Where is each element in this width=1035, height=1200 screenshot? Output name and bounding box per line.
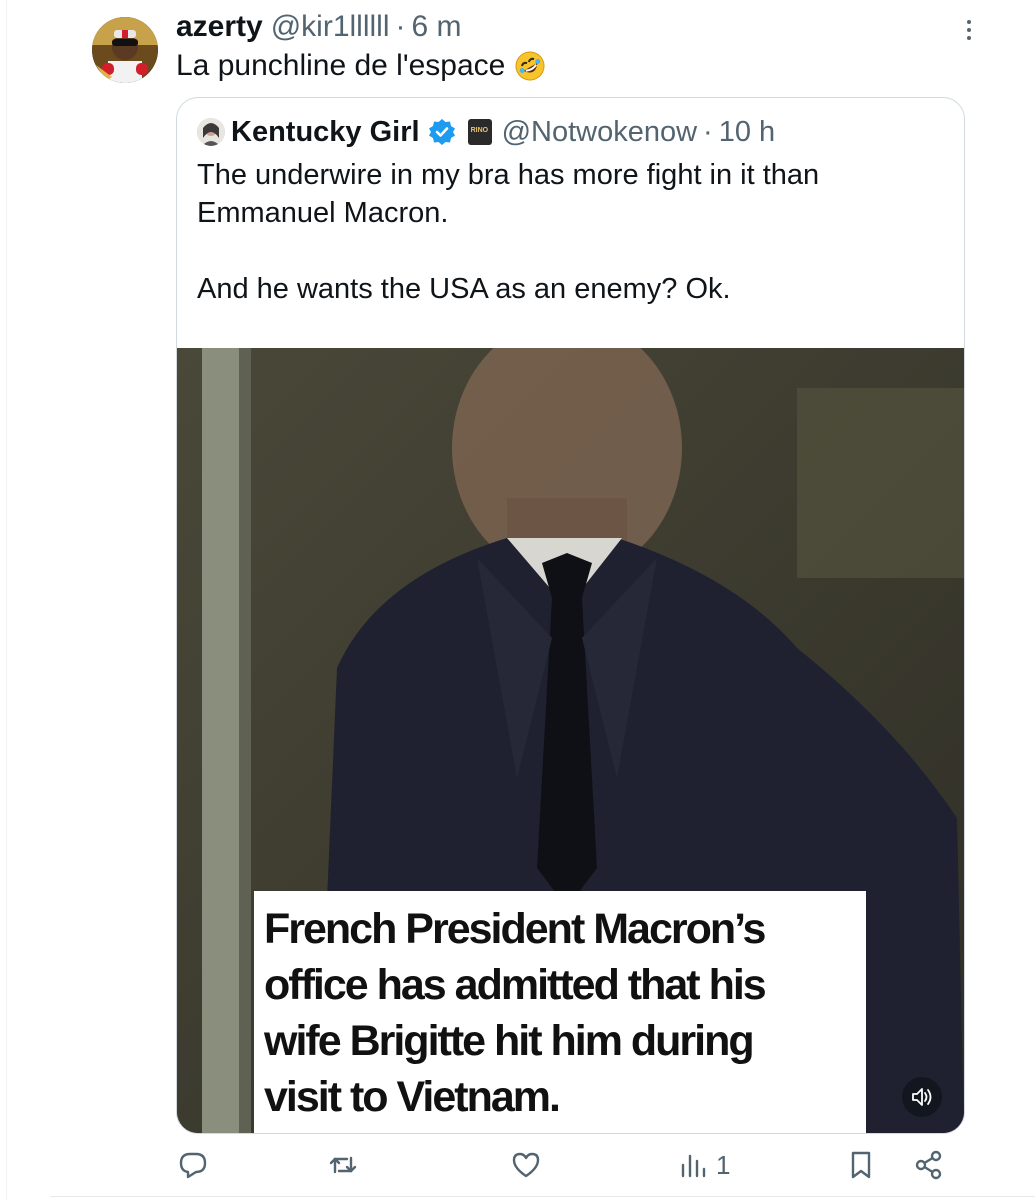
- caption-line: visit to Vietnam.: [264, 1073, 561, 1121]
- views-count: 1: [716, 1149, 731, 1180]
- quoted-author-display-name[interactable]: Kentucky Girl: [231, 116, 420, 149]
- repost-button[interactable]: [326, 1145, 360, 1185]
- rofl-emoji-icon: [515, 51, 545, 81]
- views-icon: [678, 1148, 708, 1182]
- verified-badge-icon: [428, 118, 456, 146]
- timeline-border: [6, 0, 7, 1200]
- header-separator: ·: [395, 10, 406, 43]
- quoted-header-separator: ·: [703, 115, 713, 148]
- bookmark-button[interactable]: [844, 1145, 878, 1185]
- tweet-action-bar: 1: [176, 1145, 966, 1185]
- tweet-divider: [50, 1196, 1035, 1197]
- quoted-tweet-timestamp: 10 h: [718, 115, 776, 148]
- quoted-video-player[interactable]: French President Macron’s office has adm…: [177, 348, 964, 1133]
- quoted-tweet-header: Kentucky Girl RINO @Notwokenow · 10 h: [197, 114, 775, 150]
- views-button[interactable]: 1: [678, 1145, 730, 1185]
- quoted-author-avatar[interactable]: [197, 118, 225, 146]
- affiliate-badge-icon: RINO: [467, 119, 492, 145]
- reply-icon: [176, 1148, 210, 1182]
- repost-icon: [326, 1148, 360, 1182]
- quoted-author-handle[interactable]: @Notwokenow: [502, 116, 697, 149]
- caption-line: office has admitted that his: [264, 961, 767, 1009]
- like-icon: [509, 1148, 543, 1182]
- tweet-timestamp[interactable]: 6 m: [412, 10, 462, 44]
- caption-line: French President Macron’s: [264, 905, 766, 953]
- tweet-body: La punchline de l'espace: [176, 49, 545, 83]
- author-avatar[interactable]: [92, 17, 158, 83]
- tweet-header: azerty @kir1llllll · 6 m: [176, 10, 462, 50]
- more-options-icon[interactable]: [962, 18, 976, 42]
- like-button[interactable]: [509, 1145, 543, 1185]
- share-button[interactable]: [912, 1145, 946, 1185]
- bookmark-icon: [844, 1148, 878, 1182]
- quoted-tweet-card[interactable]: Kentucky Girl RINO @Notwokenow · 10 h Th…: [176, 97, 965, 1134]
- tweet-text: La punchline de l'espace: [176, 49, 506, 82]
- quoted-tweet-text: The underwire in my bra has more fight i…: [197, 159, 820, 305]
- caption-line: wife Brigitte hit him during: [264, 1017, 755, 1065]
- author-display-name[interactable]: azerty: [176, 10, 263, 44]
- author-handle[interactable]: @kir1llllll: [271, 10, 390, 44]
- share-icon: [912, 1148, 946, 1182]
- video-caption: French President Macron’s office has adm…: [254, 891, 866, 1133]
- reply-button[interactable]: [176, 1145, 210, 1185]
- unmute-speaker-icon[interactable]: [902, 1077, 942, 1117]
